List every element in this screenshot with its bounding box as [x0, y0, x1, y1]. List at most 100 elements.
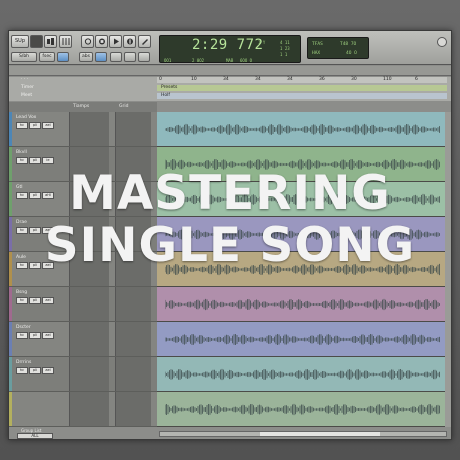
- header-timestamps: Tiamps: [73, 104, 90, 109]
- track-name[interactable]: Dscter: [16, 325, 31, 330]
- horizontal-scrollbar[interactable]: [159, 431, 447, 437]
- nudge-button[interactable]: [95, 52, 107, 62]
- track-column-cell: [115, 287, 151, 321]
- slip-mode-button[interactable]: fsec: [39, 52, 55, 62]
- counter-side-c: 1 23: [280, 46, 290, 51]
- track-name[interactable]: Bsng: [16, 290, 27, 295]
- track-button[interactable]: ael: [42, 367, 54, 374]
- track-color-strip: [9, 287, 12, 321]
- track-button[interactable]: pli: [29, 367, 41, 374]
- ruler-tick: 34: [255, 77, 261, 82]
- meter-marker: Holf: [161, 93, 170, 98]
- ruler-label-meet: Meet: [21, 93, 33, 98]
- grid-mode-icon[interactable]: [30, 35, 43, 48]
- meter-value: 4O O: [346, 51, 357, 56]
- track-button[interactable]: pli: [29, 157, 41, 164]
- header-grid: Grid: [119, 104, 129, 109]
- ruler-tick: 6: [415, 77, 418, 82]
- stop-icon[interactable]: [95, 35, 108, 48]
- secondary-toolbar: [9, 66, 451, 76]
- title-overlay: MASTERING SINGLE SONG: [0, 168, 460, 272]
- track-button[interactable]: hc: [16, 367, 28, 374]
- track-buttons: hc pli ael: [16, 367, 55, 374]
- track-name[interactable]: Lead Vox: [16, 115, 36, 120]
- counter-side-d: 1 1: [280, 52, 288, 57]
- track-name[interactable]: Drrrins: [16, 360, 31, 365]
- track-lane[interactable]: [157, 392, 449, 427]
- track-button[interactable]: hc: [16, 297, 28, 304]
- trim-icon[interactable]: [59, 35, 72, 48]
- waveform: [165, 123, 440, 136]
- counter-start: OO1: [164, 58, 172, 63]
- track-column-cell: [69, 392, 109, 426]
- track-button[interactable]: ael: [42, 297, 54, 304]
- record-icon[interactable]: [123, 35, 136, 48]
- track-header[interactable]: [9, 392, 157, 427]
- loop-icon[interactable]: [81, 35, 94, 48]
- track-column-cell: [69, 112, 109, 146]
- track-column-cell: [115, 392, 151, 426]
- counter-side-b: 4 11: [280, 40, 290, 45]
- scrollbar-thumb[interactable]: [260, 432, 380, 436]
- track-button[interactable]: ael: [42, 332, 54, 339]
- ruler-tick: 0: [159, 77, 162, 82]
- pencil-icon[interactable]: [138, 35, 151, 48]
- track-button[interactable]: pli: [29, 122, 41, 129]
- track-lane[interactable]: [157, 322, 449, 357]
- meter-ruler[interactable]: Holf: [157, 93, 447, 99]
- counter-end: 2 0O2: [192, 58, 205, 63]
- track-header[interactable]: Drrrins hc pli ael: [9, 357, 157, 392]
- rulers-area: · · · Timer Meet 0 10 34 34 34 36 30 110…: [9, 77, 451, 101]
- meter-label: HAX: [312, 51, 321, 56]
- track-buttons: hc pli ie: [16, 157, 55, 164]
- ruler-label-timer: Timer: [21, 85, 34, 90]
- track-header[interactable]: Lead Vox hc pli ael: [9, 112, 157, 147]
- tempo-marker: Presets: [161, 85, 178, 90]
- bars-ruler[interactable]: 0 10 34 34 34 36 30 110 6: [157, 77, 447, 83]
- track-lane[interactable]: [157, 287, 449, 322]
- selector-tool-button[interactable]: [124, 52, 136, 62]
- play-icon[interactable]: [109, 35, 122, 48]
- counter-bar-value: 6OO O: [240, 58, 253, 63]
- zoom-icon[interactable]: [44, 35, 57, 48]
- track-lane[interactable]: [157, 112, 449, 147]
- ruler-tick: 110: [383, 77, 392, 82]
- track-header[interactable]: Dscter hc pli ael: [9, 322, 157, 357]
- track-button[interactable]: ael: [42, 122, 54, 129]
- toolbar: SUp S/bh fsec abs 2:29 772 OO1 2 0O2 MAB…: [9, 31, 451, 65]
- waveform: [165, 334, 440, 345]
- counter-main-value: 2:29 772: [192, 37, 264, 53]
- tempo-label: TFAS: [312, 42, 323, 47]
- track-button[interactable]: ie: [42, 157, 54, 164]
- group-all-button[interactable]: ALL: [17, 433, 53, 439]
- track-button[interactable]: hc: [16, 157, 28, 164]
- tempo-meter-display[interactable]: TFAS T48 7O HAX 4O O: [307, 37, 369, 59]
- track-column-cell: [115, 357, 151, 391]
- track-column-cell: [69, 287, 109, 321]
- track-button[interactable]: hc: [16, 122, 28, 129]
- mode-button[interactable]: SUp: [11, 35, 29, 48]
- ruler-tick: 36: [319, 77, 325, 82]
- overlay-line-1: MASTERING: [69, 166, 391, 221]
- grabber-tool-button[interactable]: [138, 52, 150, 62]
- track-button[interactable]: hc: [16, 332, 28, 339]
- track-button[interactable]: pli: [29, 332, 41, 339]
- shuffle-mode-button[interactable]: S/bh: [11, 52, 37, 62]
- tempo-ruler[interactable]: Presets: [157, 85, 447, 91]
- track-header[interactable]: Bsng hc pli ael: [9, 287, 157, 322]
- settings-gear-icon[interactable]: [437, 37, 447, 47]
- track-button[interactable]: pli: [29, 297, 41, 304]
- track-lane[interactable]: [157, 357, 449, 392]
- cursor-tool-button[interactable]: [110, 52, 122, 62]
- track-color-strip: [9, 392, 12, 426]
- ruler-tick: 34: [223, 77, 229, 82]
- grid-mode-button[interactable]: abs: [79, 52, 93, 62]
- track-buttons: hc pli ael: [16, 122, 55, 129]
- ruler-label-bars: · · ·: [21, 77, 29, 82]
- spot-mode-button[interactable]: [57, 52, 69, 62]
- tempo-value: T48 7O: [340, 42, 357, 47]
- track-column-cell: [69, 357, 109, 391]
- main-counter[interactable]: 2:29 772 OO1 2 0O2 MAB 6OO O 1 Y 4 11 1 …: [159, 35, 301, 63]
- track-name[interactable]: Bkvll: [16, 150, 27, 155]
- group-list: Group List ALL: [9, 428, 157, 440]
